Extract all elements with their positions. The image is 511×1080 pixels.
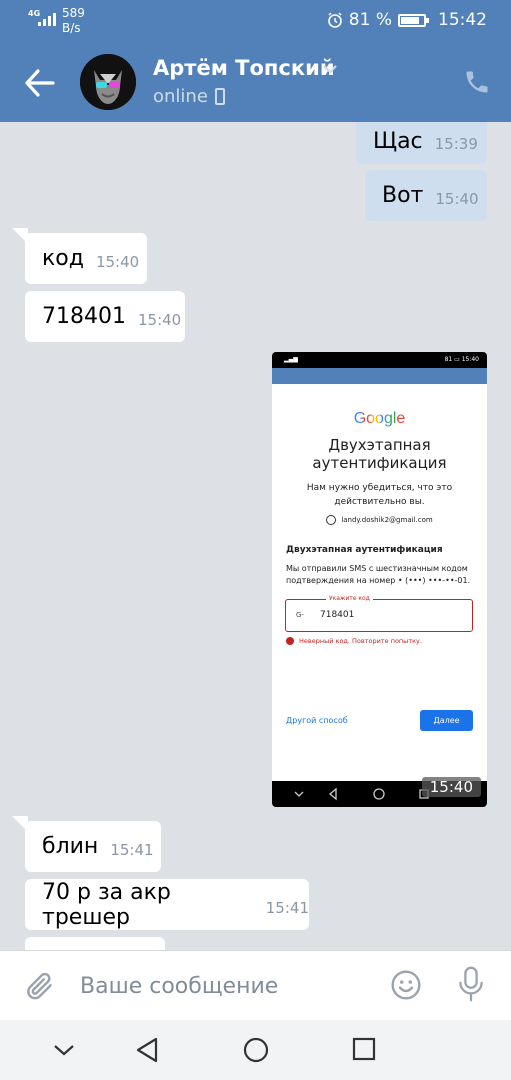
screenshot-subtitle: Нам нужно убедиться, что это действитель… — [306, 483, 453, 507]
message-time: 15:40 — [435, 189, 479, 208]
battery-icon — [398, 13, 429, 27]
message-text: Щас — [373, 128, 423, 154]
speed-unit: B/s — [62, 21, 81, 35]
contact-name[interactable]: Артём Топский — [153, 56, 335, 80]
signal-icon — [38, 12, 56, 26]
message-list[interactable]: Щас 15:39 Вот 15:40 код 15:40 718401 15:… — [0, 122, 511, 950]
screenshot-other-method: Другой способ — [286, 716, 348, 725]
nav-home-icon[interactable] — [242, 1036, 270, 1064]
message-time: 15:40 — [137, 310, 182, 329]
battery-percent: 81 % — [348, 10, 392, 30]
image-message-time: 15:40 — [421, 777, 481, 797]
screenshot-status-right: 81 ▭ 15:40 — [444, 356, 479, 363]
google-logo: Google — [353, 410, 406, 427]
screenshot-header-strip — [272, 368, 487, 384]
screenshot-status-bar: ▂▄▆ 81 ▭ 15:40 — [272, 352, 487, 368]
message-time: 15:41 — [265, 898, 309, 917]
screenshot-title: Двухэтапная аутентификация — [312, 436, 447, 472]
back-arrow-icon[interactable] — [24, 68, 56, 98]
message-text: 70 р за акр трешер — [42, 879, 171, 930]
message-time: 15:41 — [110, 840, 154, 859]
message-text: 718401 — [42, 304, 126, 329]
network-speed: 589 B/s — [62, 6, 85, 36]
message-bubble-incoming-partial[interactable] — [25, 937, 165, 950]
online-status: online — [153, 86, 208, 107]
message-bubble-outgoing[interactable]: Щас 15:39 — [356, 122, 487, 164]
alarm-icon — [327, 12, 342, 28]
message-composer — [0, 950, 511, 1020]
attach-icon[interactable] — [24, 969, 56, 1003]
screenshot-account: landy.doshik2@gmail.com — [272, 515, 487, 525]
message-text: блин — [42, 834, 99, 859]
message-bubble-incoming[interactable]: 70 р за акр трешер 15:41 — [25, 879, 309, 930]
nav-back-icon[interactable] — [134, 1036, 160, 1064]
screenshot-section-title: Двухэтапная аутентификация — [286, 545, 443, 555]
screenshot-error: Неверный код. Повторите попытку. — [286, 637, 487, 645]
chevron-down-icon[interactable] — [322, 64, 338, 74]
message-bubble-incoming[interactable]: 718401 15:40 — [25, 291, 185, 342]
chat-header: Артём Топский online — [0, 42, 511, 122]
screenshot-next-button: Далее — [420, 710, 473, 731]
screenshot-signal-icon: ▂▄▆ — [284, 356, 298, 363]
message-time: 15:39 — [434, 135, 478, 153]
screenshot-code-field: Укажите код G- 718401 — [285, 595, 473, 632]
top-bar: 4G 589 B/s 81 % 15:42 Артём Топский onli… — [0, 0, 511, 122]
clock: 15:42 — [438, 10, 487, 30]
nav-hide-icon[interactable] — [52, 1042, 76, 1058]
status-right: 81 % 15:42 — [327, 10, 487, 30]
message-time: 15:40 — [95, 252, 140, 271]
error-icon — [286, 637, 294, 645]
screenshot-sms-text: Мы отправили SMS с шестизначным кодом по… — [286, 564, 471, 585]
message-text: код — [42, 246, 84, 271]
account-circle-icon — [326, 515, 337, 525]
message-text: Вот — [382, 183, 424, 208]
avatar[interactable] — [80, 54, 136, 110]
message-bubble-incoming[interactable]: блин 15:41 — [25, 821, 161, 872]
image-message[interactable]: ▂▄▆ 81 ▭ 15:40 Google Двухэтапная аутент… — [272, 352, 487, 807]
status-bar: 4G 589 B/s 81 % 15:42 — [0, 0, 511, 42]
code-field-value: 718401 — [320, 610, 355, 620]
code-field-prefix: G- — [296, 611, 304, 619]
phone-call-icon[interactable] — [463, 68, 491, 96]
speed-value: 589 — [62, 6, 85, 20]
emoji-icon[interactable] — [390, 969, 422, 1001]
cat-avatar-icon — [80, 54, 136, 110]
message-bubble-incoming[interactable]: код 15:40 — [25, 233, 147, 284]
code-field-label: Укажите код — [326, 595, 373, 602]
nav-recents-icon[interactable] — [352, 1037, 376, 1061]
microphone-icon[interactable] — [456, 965, 486, 1003]
message-bubble-outgoing[interactable]: Вот 15:40 — [365, 170, 487, 221]
system-nav-bar — [0, 1020, 511, 1080]
mobile-device-icon — [215, 88, 225, 105]
message-input[interactable] — [80, 971, 370, 1001]
